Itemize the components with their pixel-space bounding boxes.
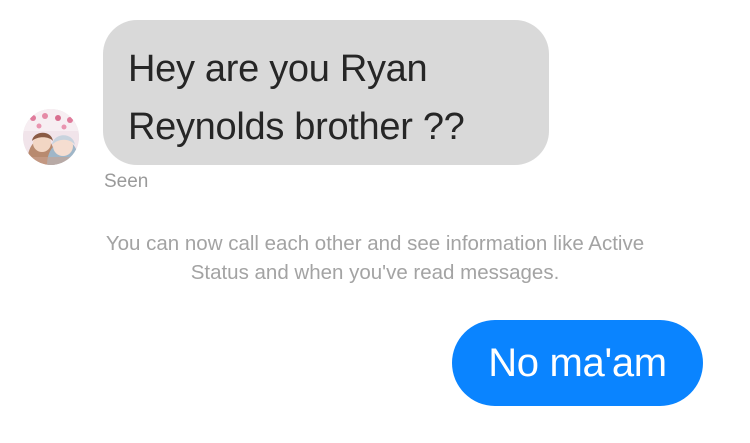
profile-photo-icon: [23, 109, 79, 165]
outgoing-message-bubble[interactable]: No ma'am: [452, 320, 703, 406]
incoming-message-bubble[interactable]: Hey are you Ryan Reynolds brother ??: [103, 20, 549, 165]
system-notice-line-1: You can now call each other and see info…: [105, 232, 645, 255]
incoming-message-line-2: Reynolds brother ??: [128, 106, 465, 148]
system-notice-line-2: Status and when you've read messages.: [190, 261, 560, 284]
system-notice: You can now call each other and see info…: [20, 229, 730, 287]
chat-thread: Hey are you Ryan Reynolds brother ?? See…: [0, 0, 750, 443]
incoming-message-line-1: Hey are you Ryan: [128, 48, 428, 90]
outgoing-message-text: No ma'am: [488, 341, 667, 385]
contact-avatar[interactable]: [23, 109, 79, 165]
seen-receipt: Seen: [104, 171, 149, 192]
